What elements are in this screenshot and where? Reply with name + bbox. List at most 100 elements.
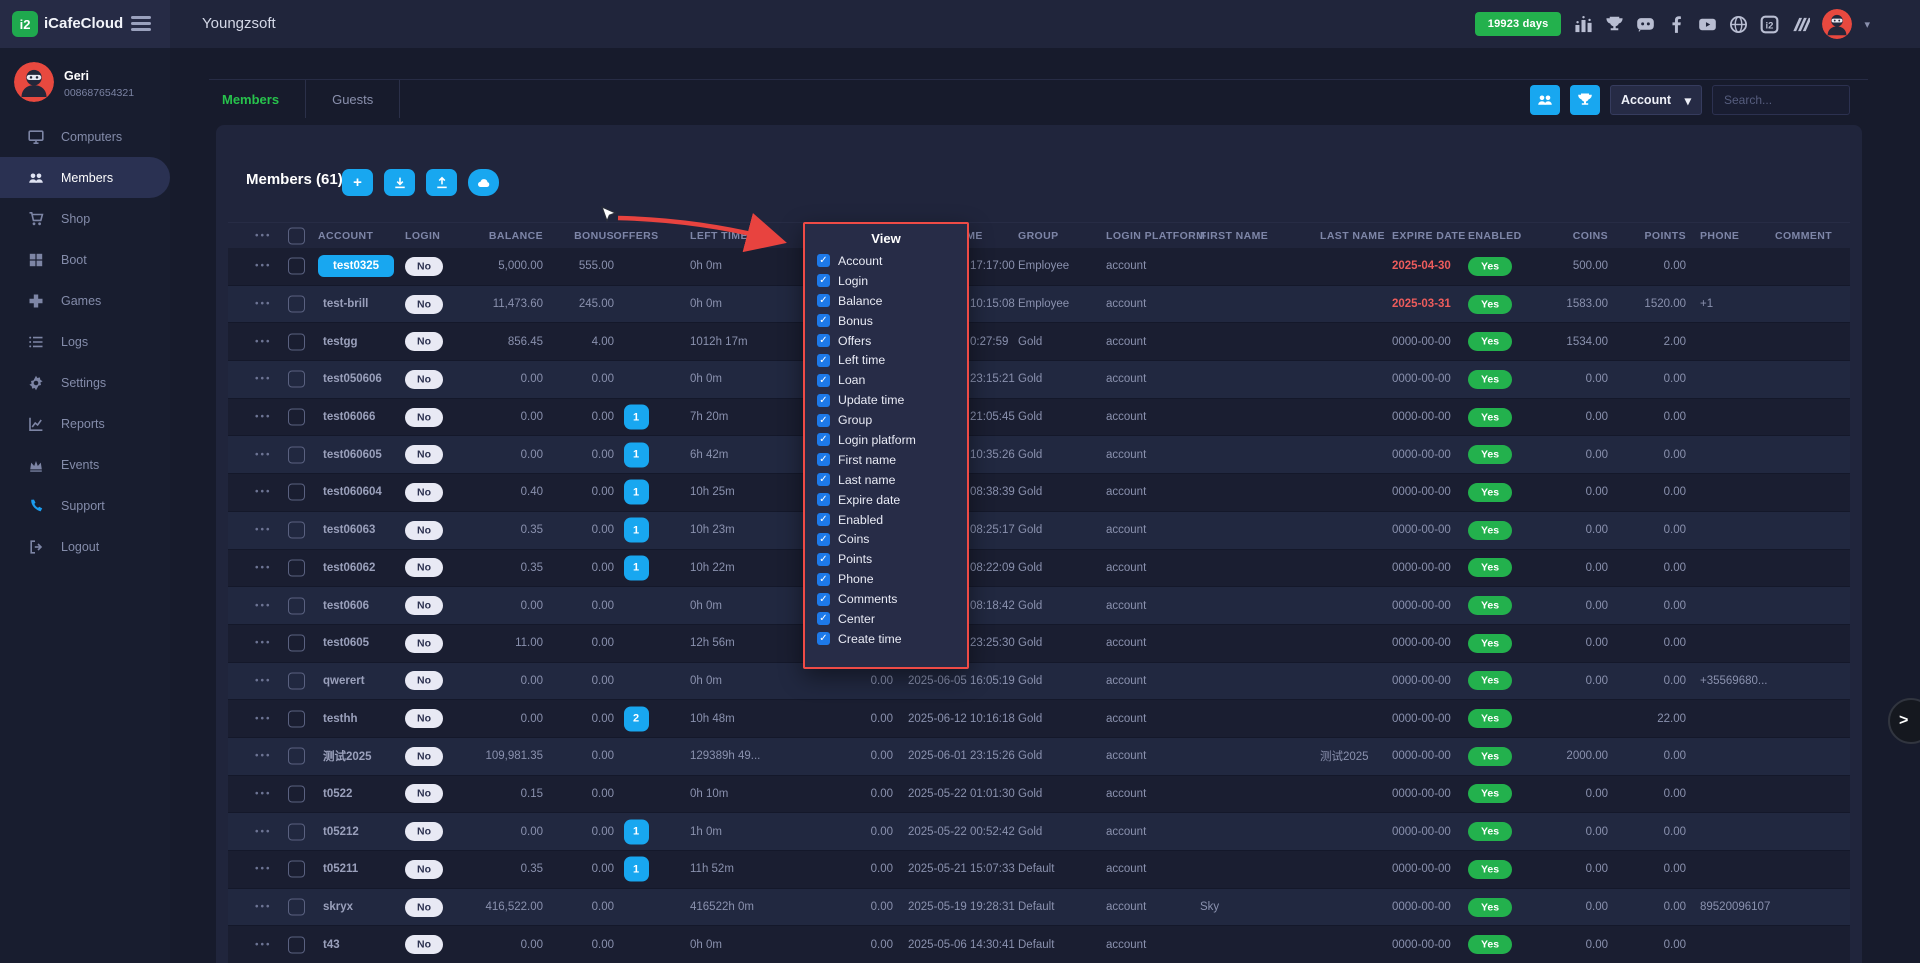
row-checkbox[interactable] <box>288 484 305 501</box>
checkbox-checked-icon[interactable]: ✓ <box>817 433 830 446</box>
row-checkbox[interactable] <box>288 522 305 539</box>
offers-badge[interactable]: 1 <box>616 857 656 882</box>
account-cell[interactable]: test060605 <box>323 449 382 461</box>
row-actions-button[interactable]: ••• <box>255 675 272 686</box>
row-actions-button[interactable]: ••• <box>255 487 272 498</box>
account-cell[interactable]: test0325 <box>318 255 394 277</box>
column-header-bonus[interactable]: BONUS <box>474 230 614 242</box>
checkbox-checked-icon[interactable]: ✓ <box>817 493 830 506</box>
checkbox-checked-icon[interactable]: ✓ <box>817 513 830 526</box>
row-checkbox[interactable] <box>288 371 305 388</box>
account-cell[interactable]: test0606 <box>323 600 369 612</box>
view-option-create-time[interactable]: ✓Create time <box>805 629 967 649</box>
account-cell[interactable]: t0522 <box>323 788 352 800</box>
checkbox-checked-icon[interactable]: ✓ <box>817 334 830 347</box>
offers-badge[interactable]: 1 <box>616 442 656 467</box>
view-option-expire-date[interactable]: ✓Expire date <box>805 490 967 510</box>
row-actions-button[interactable]: ••• <box>255 374 272 385</box>
account-cell[interactable]: t05212 <box>323 826 359 838</box>
sidebar-item-settings[interactable]: Settings <box>0 362 170 403</box>
add-member-button[interactable]: + <box>342 169 373 196</box>
offers-badge[interactable]: 1 <box>616 405 656 430</box>
view-option-loan[interactable]: ✓Loan <box>805 370 967 390</box>
account-cell[interactable]: testgg <box>323 336 358 348</box>
offers-badge[interactable]: 1 <box>616 518 656 543</box>
row-checkbox[interactable] <box>288 672 305 689</box>
column-header-last[interactable]: LAST NAME <box>1320 230 1385 242</box>
view-option-points[interactable]: ✓Points <box>805 549 967 569</box>
search-input[interactable] <box>1712 85 1850 115</box>
sidebar-item-computers[interactable]: Computers <box>0 116 170 157</box>
checkbox-checked-icon[interactable]: ✓ <box>817 374 830 387</box>
row-checkbox[interactable] <box>288 899 305 916</box>
tab-members[interactable]: Members <box>222 80 306 118</box>
row-checkbox[interactable] <box>288 446 305 463</box>
row-actions-button[interactable]: ••• <box>255 826 272 837</box>
column-header-expire[interactable]: EXPIRE DATE <box>1392 230 1466 242</box>
checkbox-checked-icon[interactable]: ✓ <box>817 394 830 407</box>
sidebar-item-logs[interactable]: Logs <box>0 321 170 362</box>
row-actions-button[interactable]: ••• <box>255 525 272 536</box>
column-header-first[interactable]: FIRST NAME <box>1200 230 1268 242</box>
layers-icon[interactable] <box>1790 14 1810 34</box>
row-checkbox[interactable] <box>288 559 305 576</box>
column-header-group[interactable]: GROUP <box>1018 230 1059 242</box>
view-option-update-time[interactable]: ✓Update time <box>805 390 967 410</box>
discord-icon[interactable] <box>1635 14 1655 34</box>
view-option-account[interactable]: ✓Account <box>805 251 967 271</box>
account-cell[interactable]: test050606 <box>323 373 382 385</box>
row-actions-button[interactable]: ••• <box>255 562 272 573</box>
column-header-left[interactable]: LEFT TIME <box>690 230 748 242</box>
account-cell[interactable]: testhh <box>323 713 358 725</box>
row-checkbox[interactable] <box>288 333 305 350</box>
checkbox-checked-icon[interactable]: ✓ <box>817 354 830 367</box>
account-cell[interactable]: test06062 <box>323 562 375 574</box>
offers-badge[interactable]: 1 <box>616 819 656 844</box>
offers-badge[interactable]: 1 <box>616 555 656 580</box>
trophy-filter-button[interactable] <box>1570 85 1600 115</box>
sidebar-item-support[interactable]: Support <box>0 485 170 526</box>
checkbox-checked-icon[interactable]: ✓ <box>817 573 830 586</box>
checkbox-checked-icon[interactable]: ✓ <box>817 632 830 645</box>
view-option-center[interactable]: ✓Center <box>805 609 967 629</box>
account-cell[interactable]: test060604 <box>323 486 382 498</box>
cloud-sync-button[interactable] <box>468 169 499 196</box>
view-option-balance[interactable]: ✓Balance <box>805 291 967 311</box>
sidebar-item-members[interactable]: Members <box>0 157 170 198</box>
row-actions-button[interactable]: ••• <box>255 412 272 423</box>
user-avatar[interactable] <box>1822 9 1852 39</box>
checkbox-checked-icon[interactable]: ✓ <box>817 453 830 466</box>
checkbox-checked-icon[interactable]: ✓ <box>817 473 830 486</box>
account-cell[interactable]: qwerert <box>323 675 365 687</box>
row-actions-button[interactable]: ••• <box>255 336 272 347</box>
view-option-phone[interactable]: ✓Phone <box>805 569 967 589</box>
checkbox-checked-icon[interactable]: ✓ <box>817 414 830 427</box>
row-checkbox[interactable] <box>288 710 305 727</box>
column-header-offers[interactable]: OFFERS <box>606 230 666 242</box>
column-header-platform[interactable]: LOGIN PLATFORM <box>1106 230 1205 242</box>
row-checkbox[interactable] <box>288 823 305 840</box>
view-option-login[interactable]: ✓Login <box>805 271 967 291</box>
facebook-icon[interactable] <box>1666 14 1686 34</box>
column-header-account[interactable]: ACCOUNT <box>318 230 373 242</box>
checkbox-checked-icon[interactable]: ✓ <box>817 612 830 625</box>
account-cell[interactable]: 测试2025 <box>323 748 372 764</box>
view-option-login-platform[interactable]: ✓Login platform <box>805 430 967 450</box>
row-checkbox[interactable] <box>288 597 305 614</box>
row-actions-button[interactable]: ••• <box>255 864 272 875</box>
row-checkbox[interactable] <box>288 785 305 802</box>
row-actions-button[interactable]: ••• <box>255 902 272 913</box>
export-button[interactable] <box>426 169 457 196</box>
checkbox-checked-icon[interactable]: ✓ <box>817 254 830 267</box>
view-option-first-name[interactable]: ✓First name <box>805 450 967 470</box>
select-all-checkbox[interactable] <box>288 227 305 244</box>
row-actions-button[interactable]: ••• <box>255 751 272 762</box>
row-actions-button[interactable]: ••• <box>255 449 272 460</box>
view-option-bonus[interactable]: ✓Bonus <box>805 311 967 331</box>
checkbox-checked-icon[interactable]: ✓ <box>817 274 830 287</box>
view-option-group[interactable]: ✓Group <box>805 410 967 430</box>
column-header-points[interactable]: POINTS <box>1546 230 1686 242</box>
account-cell[interactable]: test-brill <box>323 298 368 310</box>
view-option-coins[interactable]: ✓Coins <box>805 529 967 549</box>
row-actions-button[interactable]: ••• <box>255 638 272 649</box>
